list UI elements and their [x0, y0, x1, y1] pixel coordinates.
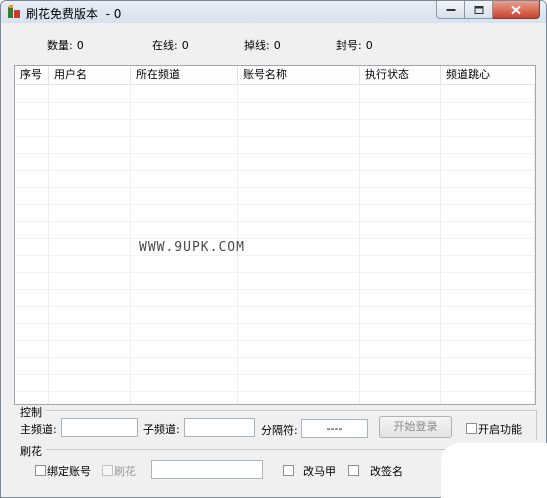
- watermark-text: WWW.9UPK.COM: [139, 240, 245, 255]
- column-header-account-name[interactable]: 账号名称: [238, 66, 360, 84]
- grid-line: [440, 84, 441, 404]
- title-bar[interactable]: 刷花免费版本 - 0: [1, 1, 546, 23]
- column-header-username[interactable]: 用户名: [49, 66, 131, 84]
- control-group-title: 控制: [20, 406, 42, 419]
- account-list[interactable]: 序号 用户名 所在频道 账号名称 执行状态 频道跳心: [14, 65, 536, 405]
- online-stat: 在线: 0: [152, 37, 189, 53]
- change-signature-checkbox[interactable]: [348, 465, 359, 476]
- grid-line: [15, 306, 535, 307]
- grid-line: [15, 238, 535, 239]
- dropped-stat: 掉线: 0: [244, 37, 281, 53]
- sub-channel-input[interactable]: [184, 418, 255, 437]
- count-value: 0: [76, 39, 84, 52]
- grid-line: [15, 374, 535, 375]
- grid-line: [15, 221, 535, 222]
- column-header-channel[interactable]: 所在频道: [131, 66, 238, 84]
- separator-label: 分隔符:: [261, 424, 298, 437]
- column-header-status[interactable]: 执行状态: [360, 66, 441, 84]
- minimize-icon: [446, 8, 455, 11]
- enable-feature-label: 开启功能: [478, 423, 522, 436]
- grid-line: [15, 272, 535, 273]
- app-window: 刷花免费版本 - 0 数量: 0 在线: 0 掉线: 0 封号: 0 序号 用户名 所在…: [0, 0, 547, 498]
- app-icon: [8, 5, 20, 18]
- control-group-border: [536, 410, 537, 440]
- enable-feature-checkbox[interactable]: [466, 423, 477, 434]
- flower-group-title: 刷花: [20, 445, 42, 458]
- control-group-border: [46, 410, 536, 411]
- count-stat: 数量: 0: [47, 37, 84, 53]
- grid-line: [15, 170, 535, 171]
- dropped-value: 0: [273, 39, 281, 52]
- close-icon: [511, 5, 521, 14]
- banned-value: 0: [365, 39, 373, 52]
- grid-line: [359, 84, 360, 404]
- window-title: 刷花免费版本 - 0: [26, 7, 122, 21]
- grid-line: [15, 102, 535, 103]
- grid-line: [15, 119, 535, 120]
- bind-account-checkbox[interactable]: [35, 465, 46, 476]
- overlay-patch: [441, 443, 547, 498]
- minimize-button[interactable]: [436, 1, 465, 19]
- grid-line: [15, 391, 535, 392]
- column-header-index[interactable]: 序号: [15, 66, 49, 84]
- grid-line: [15, 136, 535, 137]
- grid-line: [130, 84, 131, 404]
- flower-label: 刷花: [114, 465, 136, 478]
- online-value: 0: [181, 39, 189, 52]
- grid-line: [15, 187, 535, 188]
- flower-checkbox[interactable]: [102, 465, 113, 476]
- grid-line: [15, 289, 535, 290]
- flower-text-input[interactable]: [151, 460, 263, 479]
- change-vest-checkbox[interactable]: [283, 465, 294, 476]
- separator-input[interactable]: ----: [301, 419, 368, 438]
- main-channel-label: 主频道:: [20, 423, 57, 436]
- sub-channel-label: 子频道:: [143, 423, 180, 436]
- grid-line: [15, 153, 535, 154]
- column-header-heartbeat[interactable]: 频道跳心: [441, 66, 535, 84]
- grid-line: [15, 357, 535, 358]
- grid-line: [15, 340, 535, 341]
- maximize-button[interactable]: [465, 1, 493, 19]
- maximize-icon: [474, 5, 483, 14]
- online-label: 在线:: [152, 39, 178, 52]
- change-signature-label: 改签名: [370, 465, 403, 478]
- count-label: 数量:: [47, 39, 73, 52]
- grid-line: [534, 84, 535, 404]
- grid-line: [15, 204, 535, 205]
- bind-account-label: 绑定账号: [47, 465, 91, 478]
- start-login-button[interactable]: 开始登录: [379, 416, 452, 438]
- list-header: 序号 用户名 所在频道 账号名称 执行状态 频道跳心: [15, 66, 535, 85]
- change-vest-label: 改马甲: [303, 465, 336, 478]
- grid-line: [15, 255, 535, 256]
- close-button[interactable]: [493, 1, 540, 19]
- grid-line: [48, 84, 49, 404]
- banned-stat: 封号: 0: [336, 37, 373, 53]
- main-channel-input[interactable]: [61, 418, 138, 437]
- grid-line: [15, 323, 535, 324]
- banned-label: 封号:: [336, 39, 362, 52]
- dropped-label: 掉线:: [244, 39, 270, 52]
